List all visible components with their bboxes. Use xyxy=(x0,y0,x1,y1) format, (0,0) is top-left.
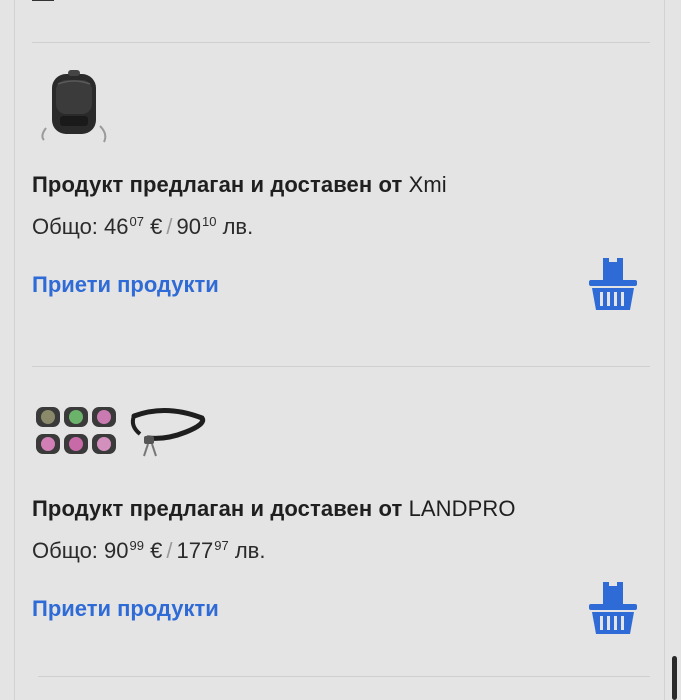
lens-filters-image xyxy=(36,407,116,454)
panel-right-border xyxy=(664,0,665,700)
total-eur: 9099 € xyxy=(104,538,163,563)
order-details-panel: — Продукт предлаган и доставен от Xmi Об… xyxy=(0,0,681,700)
previous-section-text: — xyxy=(32,0,54,12)
seller-line: Продукт предлаган и доставен от LANDPRO xyxy=(32,496,516,522)
seller-name: LANDPRO xyxy=(408,496,516,521)
total-label: Общо: xyxy=(32,538,98,563)
basket-icon[interactable] xyxy=(587,254,639,314)
total-label: Общо: xyxy=(32,214,98,239)
scrollbar-thumb[interactable] xyxy=(672,656,677,700)
seller-label: Продукт предлаган и доставен от xyxy=(32,172,403,197)
accepted-products-link[interactable]: Приети продукти xyxy=(32,272,219,298)
order-total: Общо: 4607 €/9010 лв. xyxy=(32,214,253,240)
product-thumb-backpack[interactable] xyxy=(38,70,110,146)
seller-label: Продукт предлаган и доставен от xyxy=(32,496,403,521)
order-total: Общо: 9099 €/17797 лв. xyxy=(32,538,265,564)
total-eur: 4607 € xyxy=(104,214,163,239)
currency-separator: / xyxy=(166,214,173,239)
product-thumb-lanyard[interactable] xyxy=(126,402,208,462)
divider xyxy=(32,366,650,367)
basket-icon[interactable] xyxy=(587,578,639,638)
chevron-right-icon[interactable] xyxy=(620,690,632,700)
total-bgn: 9010 лв. xyxy=(176,214,254,239)
product-thumb-lens-filters[interactable] xyxy=(34,404,118,460)
accepted-products-link[interactable]: Приети продукти xyxy=(32,596,219,622)
divider xyxy=(38,676,650,677)
seller-name: Xmi xyxy=(408,172,447,197)
backpack-image xyxy=(41,70,107,143)
panel-left-border xyxy=(14,0,15,700)
divider xyxy=(32,42,650,43)
total-bgn: 17797 лв. xyxy=(176,538,266,563)
lanyard-image xyxy=(130,407,206,457)
currency-separator: / xyxy=(166,538,173,563)
seller-line: Продукт предлаган и доставен от Xmi xyxy=(32,172,447,198)
